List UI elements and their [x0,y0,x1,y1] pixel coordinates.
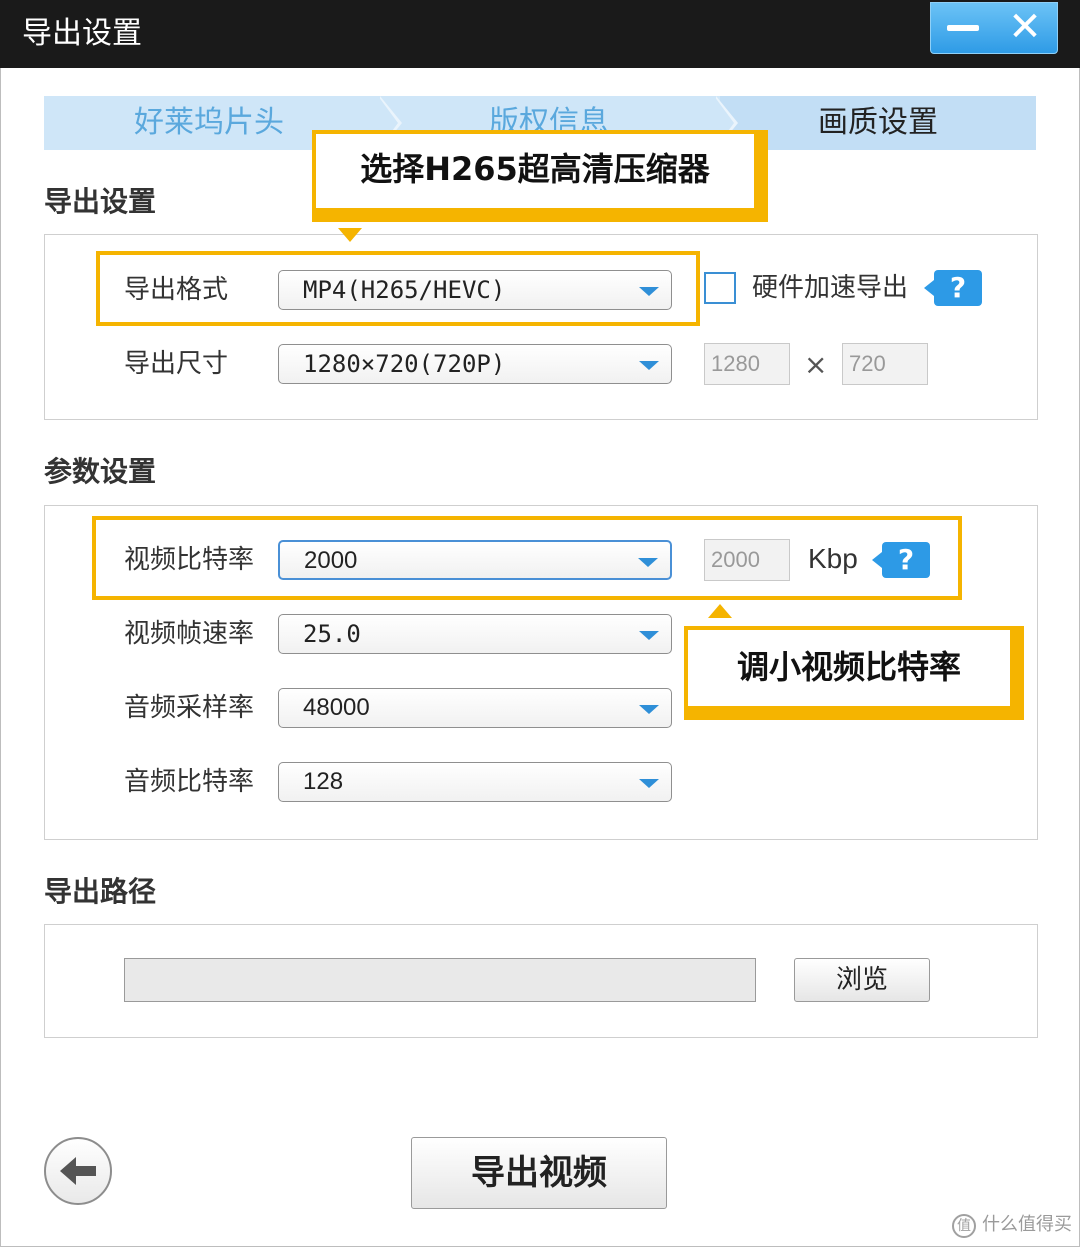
back-button[interactable] [44,1137,112,1205]
bitrate-highlight [92,516,962,600]
title-bar: 导出设置 ✕ [0,0,1080,68]
samplerate-label: 音频采样率 [124,693,255,723]
close-icon[interactable]: ✕ [1005,5,1045,49]
audio-bitrate-label: 音频比特率 [124,767,255,797]
chevron-down-icon [639,779,659,788]
hw-accel-checkbox[interactable] [704,272,736,304]
bitrate-callout: 调小视频比特率 [684,626,1024,720]
export-path-title: 导出路径 [44,875,157,908]
height-input[interactable]: 720 [842,343,928,385]
framerate-value: 25.0 [303,620,361,648]
export-path-field[interactable] [124,958,756,1002]
export-settings-title: 导出设置 [44,185,157,218]
hw-accel-label: 硬件加速导出 [752,273,909,303]
framerate-label: 视频帧速率 [124,619,255,649]
audio-bitrate-value: 128 [303,768,344,795]
export-size-label: 导出尺寸 [124,349,229,379]
format-highlight [96,251,700,326]
minimize-icon[interactable] [947,25,979,31]
window-title: 导出设置 [22,16,142,51]
export-size-select[interactable]: 1280×720(720P) [278,344,672,384]
help-icon[interactable]: ? [924,270,982,306]
callout-pointer [708,604,732,618]
export-video-button[interactable]: 导出视频 [411,1137,667,1209]
width-input[interactable]: 1280 [704,343,790,385]
codec-callout: 选择H265超高清压缩器 [312,130,768,222]
chevron-down-icon [639,705,659,714]
chevron-down-icon [639,361,659,370]
samplerate-select[interactable]: 48000 [278,688,672,728]
window-controls: ✕ [930,2,1058,54]
arrow-left-icon [60,1157,96,1185]
audio-bitrate-select[interactable]: 128 [278,762,672,802]
export-size-value: 1280×720(720P) [303,350,506,378]
samplerate-value: 48000 [303,694,370,721]
param-settings-title: 参数设置 [44,455,157,488]
framerate-select[interactable]: 25.0 [278,614,672,654]
watermark-text: 什么值得买 [982,1214,1072,1235]
watermark-logo: 值 [952,1214,976,1238]
times-sign: × [804,348,828,381]
callout-pointer [338,228,362,242]
chevron-down-icon [639,631,659,640]
browse-button[interactable]: 浏览 [794,958,930,1002]
